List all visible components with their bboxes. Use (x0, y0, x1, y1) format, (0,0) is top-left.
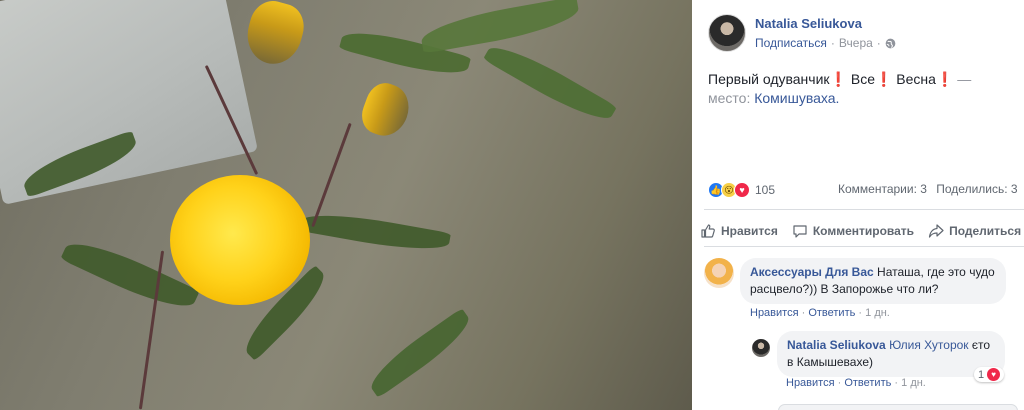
comment-like-link[interactable]: Нравится (750, 307, 799, 319)
reply-mention[interactable]: Юлия Хуторок (889, 338, 969, 352)
commenter-avatar[interactable] (704, 258, 734, 288)
meta-separator: · (830, 36, 835, 50)
location-link[interactable]: Комишуваха. (754, 90, 839, 106)
photo-leaf (299, 207, 451, 257)
share-button[interactable]: Поделиться (928, 220, 1021, 242)
author-name[interactable]: Natalia Seliukova (755, 16, 862, 31)
love-reaction-icon: ♥ (987, 368, 1001, 381)
reply-bubble: Natalia Seliukova Юлия Хуторок єто в Кам… (777, 331, 1005, 377)
comment-author[interactable]: Аксессуары Для Вас (750, 265, 874, 279)
love-reaction-icon: ♥ (734, 182, 750, 198)
post-meta: Подписаться · Вчера · (755, 36, 896, 50)
reply-like-link[interactable]: Нравится (786, 377, 835, 389)
post-sidebar: Natalia Seliukova Подписаться · Вчера · … (692, 0, 1024, 410)
comment-button[interactable]: Комментировать (792, 220, 914, 242)
post-time[interactable]: Вчера (839, 36, 873, 50)
post-counts: Комментарии: 3 Поделились: 3 (838, 182, 1018, 196)
comment-reply-link[interactable]: Ответить (808, 307, 855, 319)
photo-dandelion-flower (170, 175, 310, 305)
reply-reaction-count: 1 (978, 368, 985, 381)
divider (704, 246, 1024, 247)
divider (704, 209, 1024, 210)
comment-icon (793, 225, 807, 238)
post-text: Первый одуванчик❗ Все❗ Весна❗ — место: К… (708, 70, 1013, 108)
globe-icon[interactable] (885, 38, 896, 49)
reply-actions: Нравится · Ответить · 1 дн. (786, 377, 926, 389)
post-stats: 👍 😮 ♥ 105 Комментарии: 3 Поделились: 3 (708, 182, 1024, 200)
photo-stem (311, 122, 352, 228)
comment-button-label: Комментировать (812, 224, 915, 238)
photo-dandelion-bud (240, 0, 310, 70)
reply-time[interactable]: 1 дн. (901, 377, 926, 389)
photo-leaf (418, 0, 582, 54)
photo-leaf (482, 36, 618, 130)
photo-dandelion-bud (356, 78, 416, 142)
reactions-summary[interactable]: 👍 😮 ♥ 105 (708, 182, 775, 198)
thumbs-up-icon (701, 224, 715, 238)
post-message: Первый одуванчик❗ Все❗ Весна❗ (708, 71, 954, 87)
comment-input-partial[interactable] (778, 404, 1018, 410)
post-actions: Нравится Комментировать Поделиться (700, 220, 1024, 242)
share-icon (928, 224, 944, 238)
author-avatar[interactable] (708, 14, 746, 52)
meta-separator: · (876, 36, 881, 50)
comment-actions: Нравится · Ответить · 1 дн. (750, 307, 890, 319)
share-button-label: Поделиться (949, 224, 1022, 238)
reply-reply-link[interactable]: Ответить (844, 377, 891, 389)
reply-reactions-badge[interactable]: 1 ♥ (974, 367, 1005, 382)
reply-author[interactable]: Natalia Seliukova (787, 338, 886, 352)
like-button-label: Нравится (721, 224, 778, 238)
post-photo[interactable] (0, 0, 692, 410)
shares-count[interactable]: Поделились: 3 (936, 182, 1017, 196)
reply-avatar[interactable] (752, 339, 770, 357)
reaction-count: 105 (755, 183, 776, 197)
comment-bubble: Аксессуары Для Вас Наташа, где это чудо … (740, 258, 1006, 304)
comment-time[interactable]: 1 дн. (865, 307, 890, 319)
photo-leaf (363, 307, 477, 399)
follow-link[interactable]: Подписаться (755, 36, 827, 50)
like-button[interactable]: Нравится (700, 220, 778, 242)
comments-count[interactable]: Комментарии: 3 (838, 182, 927, 196)
